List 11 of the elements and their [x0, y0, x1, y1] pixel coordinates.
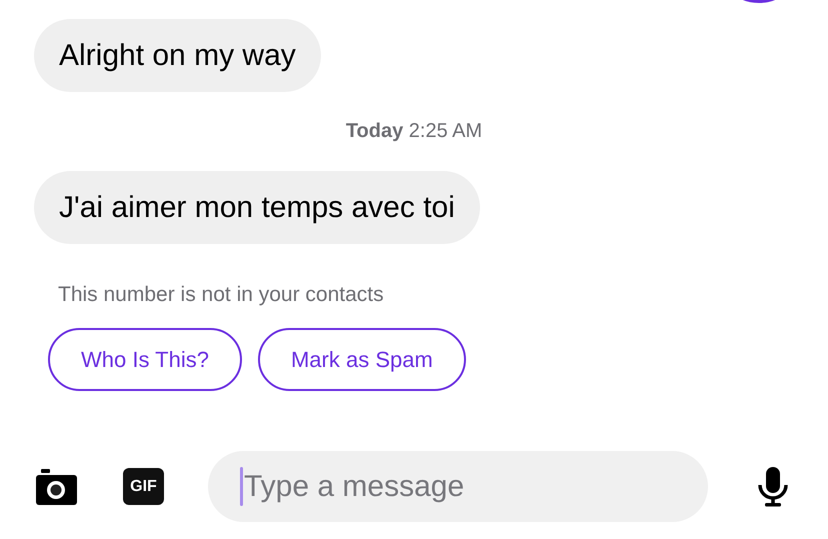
timestamp: Today 2:25 AM: [344, 119, 484, 143]
message-bubble: Alright on my way: [34, 19, 321, 92]
microphone-icon[interactable]: [757, 466, 789, 506]
notice-text: This number is not in your contacts: [58, 282, 385, 308]
camera-icon[interactable]: [36, 468, 77, 504]
message-input[interactable]: Type a message: [208, 451, 708, 522]
action-button[interactable]: Mark as Spam: [258, 328, 466, 391]
message-bubble: J'ai aimer mon temps avec toi: [34, 171, 480, 244]
gif-button[interactable]: GIF: [123, 468, 164, 505]
text-cursor: [240, 467, 243, 506]
action-button[interactable]: Who Is This?: [48, 328, 242, 391]
